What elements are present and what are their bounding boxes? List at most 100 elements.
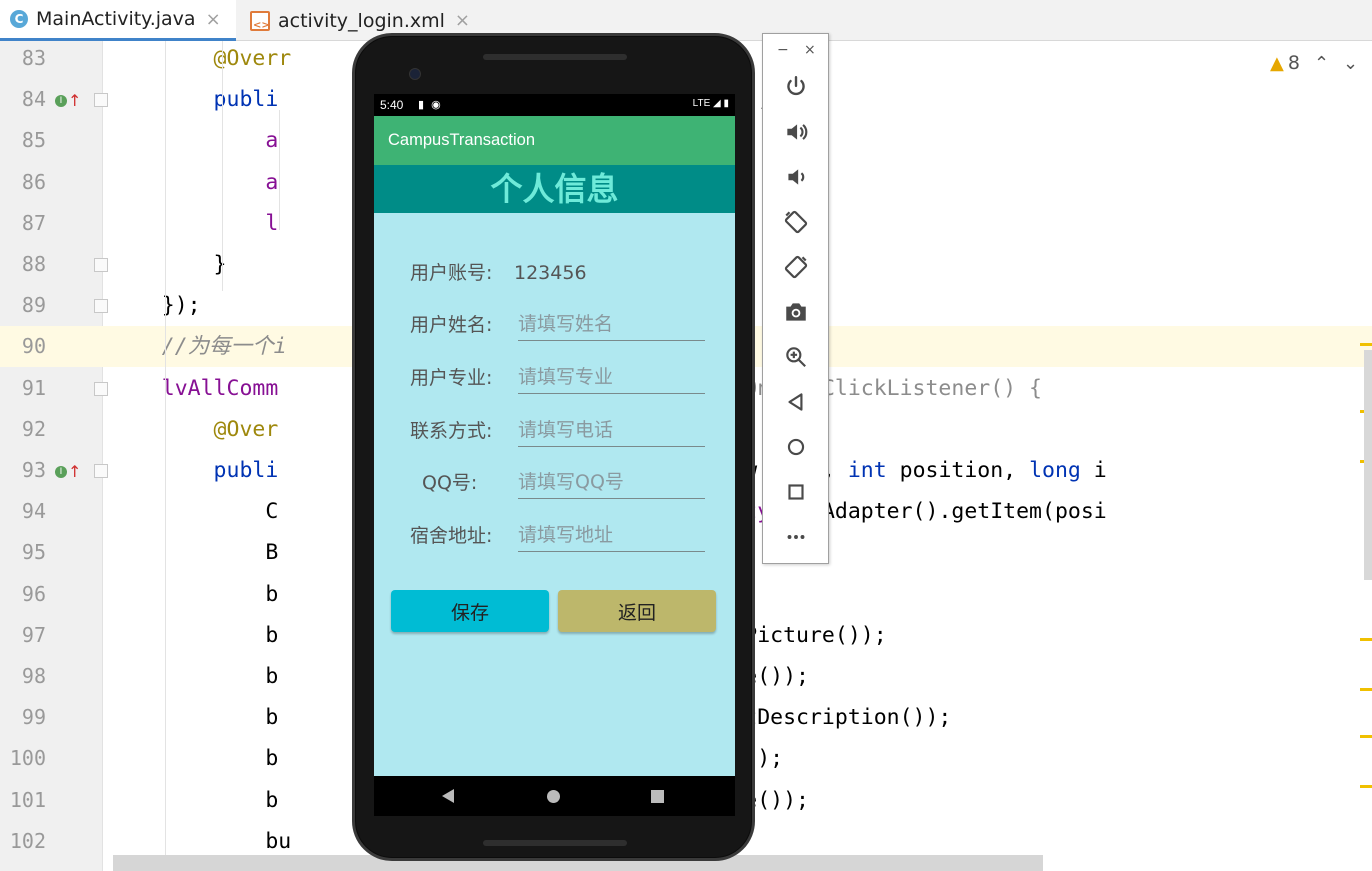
- fold-icon[interactable]: [94, 258, 108, 272]
- close-icon[interactable]: ×: [206, 9, 221, 30]
- line-number: 91: [21, 375, 46, 400]
- xml-layout-icon: [250, 10, 271, 31]
- fold-icon[interactable]: [94, 464, 108, 478]
- vertical-scrollbar[interactable]: [1364, 350, 1372, 580]
- qq-row: QQ号:: [374, 463, 735, 503]
- indent-guide: [222, 41, 223, 291]
- error-stripe-marker[interactable]: [1360, 735, 1372, 738]
- front-camera: [409, 68, 421, 80]
- line-number: 95: [21, 540, 46, 565]
- back-icon[interactable]: [783, 389, 809, 415]
- emulator-device: 5:40 ▮ ◉ LTE ◢ ▮ CampusTransaction 个人信息 …: [352, 33, 755, 861]
- line-number: 103: [0, 862, 46, 871]
- line-number: 102: [9, 828, 46, 853]
- java-class-icon: C: [10, 10, 28, 28]
- top-speaker: [483, 54, 627, 60]
- name-input[interactable]: [518, 307, 705, 341]
- power-icon[interactable]: [783, 74, 809, 100]
- status-time: 5:40: [380, 98, 404, 112]
- app-bar-title: CampusTransaction: [374, 116, 735, 165]
- field-label: 宿舍地址:: [410, 525, 493, 547]
- error-stripe-marker[interactable]: [1360, 638, 1372, 641]
- line-number: 92: [21, 416, 46, 441]
- line-number: 84: [21, 87, 46, 112]
- overview-icon[interactable]: [783, 479, 809, 505]
- major-row: 用户专业:: [374, 358, 735, 398]
- line-number: 100: [9, 746, 46, 771]
- qq-input[interactable]: [518, 465, 705, 499]
- warning-count: 8: [1287, 52, 1300, 74]
- line-number: 96: [21, 581, 46, 606]
- nav-recents-icon[interactable]: [651, 790, 664, 803]
- line-number: 90: [21, 334, 46, 359]
- close-icon[interactable]: ×: [455, 10, 470, 31]
- phone-input[interactable]: [518, 413, 705, 447]
- contact-row: 联系方式:: [374, 411, 735, 451]
- zoom-icon[interactable]: [783, 344, 809, 370]
- nav-home-icon[interactable]: [547, 790, 560, 803]
- line-number: 85: [21, 128, 46, 153]
- signal-indicator: LTE ◢ ▮: [692, 98, 729, 109]
- warning-icon: ▲: [1270, 52, 1284, 74]
- override-gutter-icon[interactable]: I ↑: [55, 462, 81, 481]
- indent-guide: [165, 41, 166, 871]
- inspection-widget[interactable]: ▲ 8 ⌃ ⌄: [1270, 52, 1358, 74]
- bottom-speaker: [483, 840, 627, 846]
- code-text: @Over: [110, 416, 279, 442]
- volume-down-icon[interactable]: [783, 164, 809, 190]
- status-bar: 5:40 ▮ ◉ LTE ◢ ▮: [374, 94, 735, 116]
- fold-icon[interactable]: [94, 299, 108, 314]
- camera-icon[interactable]: [783, 299, 809, 325]
- chevron-down-icon[interactable]: ⌄: [1343, 53, 1358, 74]
- code-text: a: [110, 169, 279, 195]
- more-icon[interactable]: [783, 524, 809, 550]
- rotate-right-icon[interactable]: [783, 254, 809, 280]
- tab-label: MainActivity.java: [36, 8, 196, 30]
- field-label: 用户账号:: [410, 262, 493, 284]
- line-number: 88: [21, 252, 46, 276]
- line-number: 101: [9, 787, 46, 812]
- code-text: l: [110, 210, 279, 236]
- code-text: a: [110, 128, 279, 154]
- line-number: 98: [21, 664, 46, 688]
- account-value: 123456: [514, 262, 587, 284]
- back-button[interactable]: 返回: [558, 590, 716, 632]
- code-text: });: [110, 293, 201, 319]
- error-stripe-marker[interactable]: [1360, 343, 1372, 346]
- code-text: }: [110, 252, 227, 277]
- network-type: LTE: [692, 98, 711, 109]
- account-row: 用户账号: 123456: [374, 253, 735, 293]
- field-label: 用户姓名:: [410, 314, 493, 336]
- line-number: 83: [21, 46, 46, 70]
- notification-icons: ▮ ◉: [418, 99, 443, 111]
- volume-up-icon[interactable]: [783, 119, 809, 145]
- close-button[interactable]: ×: [804, 42, 816, 58]
- address-row: 宿舍地址:: [374, 516, 735, 556]
- override-gutter-icon[interactable]: I ↑: [55, 91, 81, 110]
- save-button[interactable]: 保存: [391, 590, 549, 632]
- home-icon[interactable]: [783, 434, 809, 460]
- nav-back-icon[interactable]: [442, 789, 454, 803]
- error-stripe-marker[interactable]: [1360, 785, 1372, 788]
- minimize-button[interactable]: −: [777, 42, 789, 58]
- line-number: 99: [21, 705, 46, 730]
- line-number: 97: [21, 622, 46, 647]
- fold-icon[interactable]: [94, 381, 108, 396]
- address-input[interactable]: [518, 518, 705, 552]
- android-nav-bar: [374, 776, 735, 816]
- device-screen[interactable]: 5:40 ▮ ◉ LTE ◢ ▮ CampusTransaction 个人信息 …: [374, 94, 735, 816]
- fold-icon[interactable]: [94, 93, 108, 108]
- error-stripe-marker[interactable]: [1360, 688, 1372, 691]
- tab-mainactivity[interactable]: C MainActivity.java ×: [0, 0, 236, 41]
- page-title: 个人信息: [374, 165, 735, 213]
- code-text: B: [110, 540, 279, 566]
- field-label: QQ号:: [422, 472, 478, 494]
- major-input[interactable]: [518, 360, 705, 394]
- name-row: 用户姓名:: [374, 305, 735, 345]
- line-number: 94: [21, 499, 46, 524]
- tab-label: activity_login.xml: [278, 9, 445, 32]
- line-number: 86: [21, 169, 46, 194]
- chevron-up-icon[interactable]: ⌃: [1314, 53, 1329, 74]
- rotate-left-icon[interactable]: [783, 209, 809, 235]
- emulator-toolbar: − ×: [762, 33, 829, 564]
